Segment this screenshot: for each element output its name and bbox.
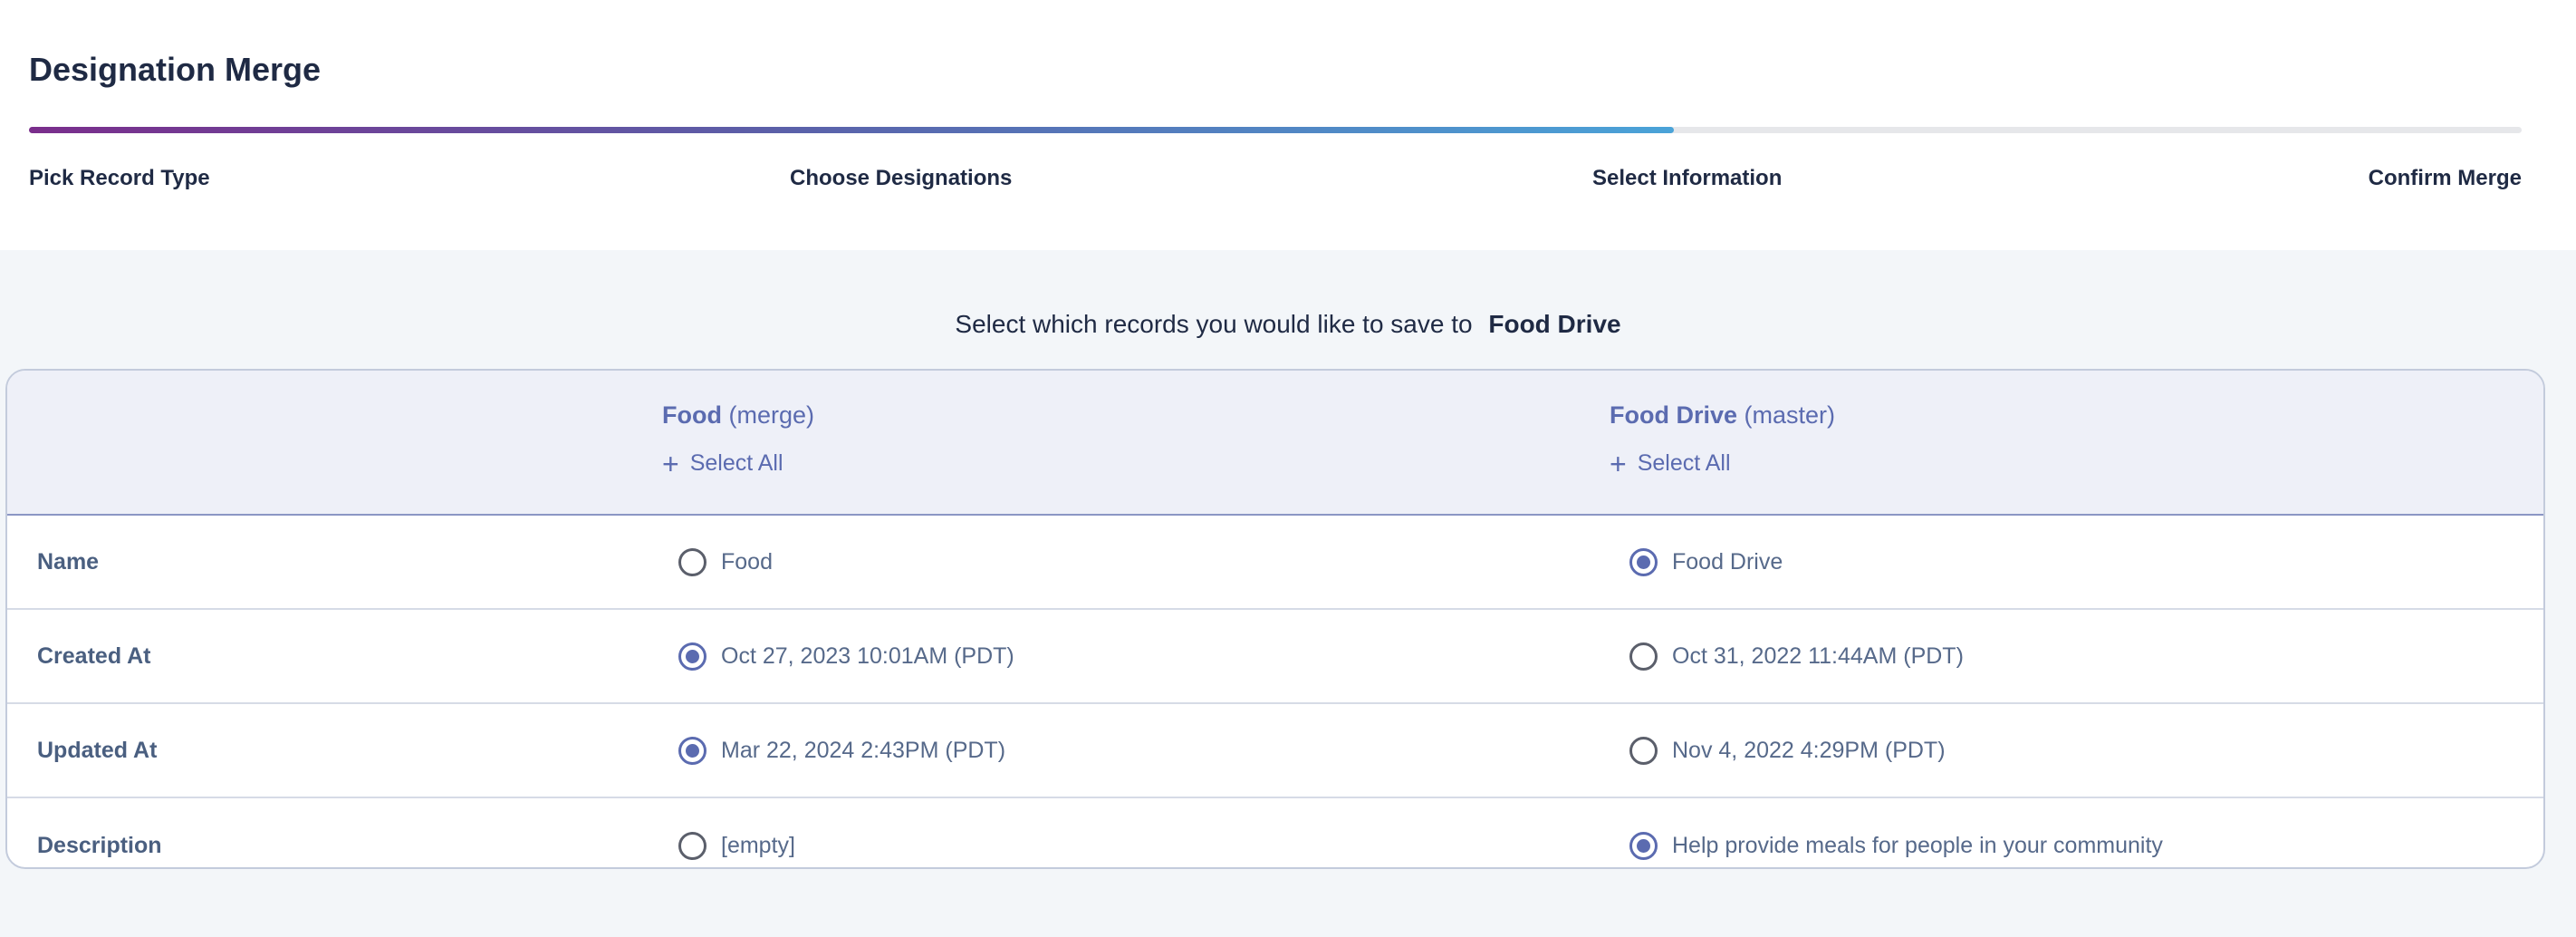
- table-row-name: Name Food Food Drive: [7, 516, 2543, 610]
- row-label: Updated At: [37, 737, 158, 763]
- master-record-name: Food Drive: [1610, 401, 1738, 429]
- plus-icon: +: [662, 447, 679, 480]
- merge-value: Mar 22, 2024 2:43PM (PDT): [721, 737, 1006, 763]
- merge-column-heading: Food (merge): [662, 401, 814, 430]
- master-value: Oct 31, 2022 11:44AM (PDT): [1672, 642, 1964, 669]
- table-row-updated-at: Updated At Mar 22, 2024 2:43PM (PDT) Nov…: [7, 704, 2543, 798]
- row-label: Created At: [37, 642, 151, 669]
- step-choose-designations: Choose Designations: [790, 166, 1013, 190]
- select-all-merge-button[interactable]: + Select All: [662, 447, 783, 480]
- table-row-created-at: Created At Oct 27, 2023 10:01AM (PDT) Oc…: [7, 610, 2543, 704]
- merge-option[interactable]: [empty]: [678, 798, 795, 867]
- step-select-information: Select Information: [1592, 166, 1783, 190]
- step-confirm-merge: Confirm Merge: [2368, 166, 2522, 190]
- merge-option[interactable]: Food: [678, 516, 773, 608]
- step-pick-record-type: Pick Record Type: [29, 166, 210, 190]
- select-all-label: Select All: [1637, 450, 1731, 476]
- radio-selected-icon[interactable]: [1629, 547, 1658, 576]
- radio-unselected-icon[interactable]: [1629, 642, 1658, 671]
- merge-option[interactable]: Oct 27, 2023 10:01AM (PDT): [678, 610, 1014, 702]
- instruction: Select which records you would like to s…: [0, 310, 2576, 339]
- progress-bar: [29, 127, 2522, 133]
- merge-record-name: Food: [662, 401, 722, 429]
- page-title: Designation Merge: [29, 51, 322, 88]
- merge-value: [empty]: [721, 832, 795, 858]
- select-all-label: Select All: [689, 450, 783, 476]
- master-option[interactable]: Help provide meals for people in your co…: [1629, 798, 2163, 867]
- radio-unselected-icon[interactable]: [1629, 736, 1658, 765]
- merge-option[interactable]: Mar 22, 2024 2:43PM (PDT): [678, 704, 1005, 797]
- instruction-target: Food Drive: [1488, 310, 1621, 338]
- merge-table: Food (merge) + Select All Food Drive (ma…: [5, 369, 2545, 869]
- radio-selected-icon[interactable]: [678, 642, 706, 671]
- merge-value: Food: [721, 548, 773, 575]
- radio-unselected-icon[interactable]: [678, 547, 706, 576]
- progress-bar-fill: [29, 127, 1675, 133]
- master-option[interactable]: Nov 4, 2022 4:29PM (PDT): [1629, 704, 1946, 797]
- table-row-description: Description [empty] Help provide meals f…: [7, 798, 2543, 867]
- radio-unselected-icon[interactable]: [678, 831, 706, 860]
- wizard-header: Designation Merge Pick Record Type Choos…: [0, 0, 2576, 250]
- merge-content: Select which records you would like to s…: [0, 250, 2576, 937]
- select-all-master-button[interactable]: + Select All: [1610, 447, 1731, 480]
- radio-selected-icon[interactable]: [678, 736, 706, 765]
- master-option[interactable]: Oct 31, 2022 11:44AM (PDT): [1629, 610, 1964, 702]
- master-column-heading: Food Drive (master): [1610, 401, 1835, 430]
- master-value: Nov 4, 2022 4:29PM (PDT): [1672, 737, 1946, 763]
- instruction-text: Select which records you would like to s…: [955, 310, 1473, 338]
- row-label: Description: [37, 832, 162, 858]
- merge-value: Oct 27, 2023 10:01AM (PDT): [721, 642, 1014, 669]
- plus-icon: +: [1610, 447, 1627, 480]
- master-record-role: (master): [1744, 401, 1836, 429]
- master-value: Food Drive: [1672, 548, 1783, 575]
- row-label: Name: [37, 548, 100, 575]
- merge-table-header: Food (merge) + Select All Food Drive (ma…: [7, 371, 2543, 516]
- master-value: Help provide meals for people in your co…: [1672, 832, 2163, 858]
- merge-record-role: (merge): [728, 401, 815, 429]
- master-option[interactable]: Food Drive: [1629, 516, 1783, 608]
- radio-selected-icon[interactable]: [1629, 831, 1658, 860]
